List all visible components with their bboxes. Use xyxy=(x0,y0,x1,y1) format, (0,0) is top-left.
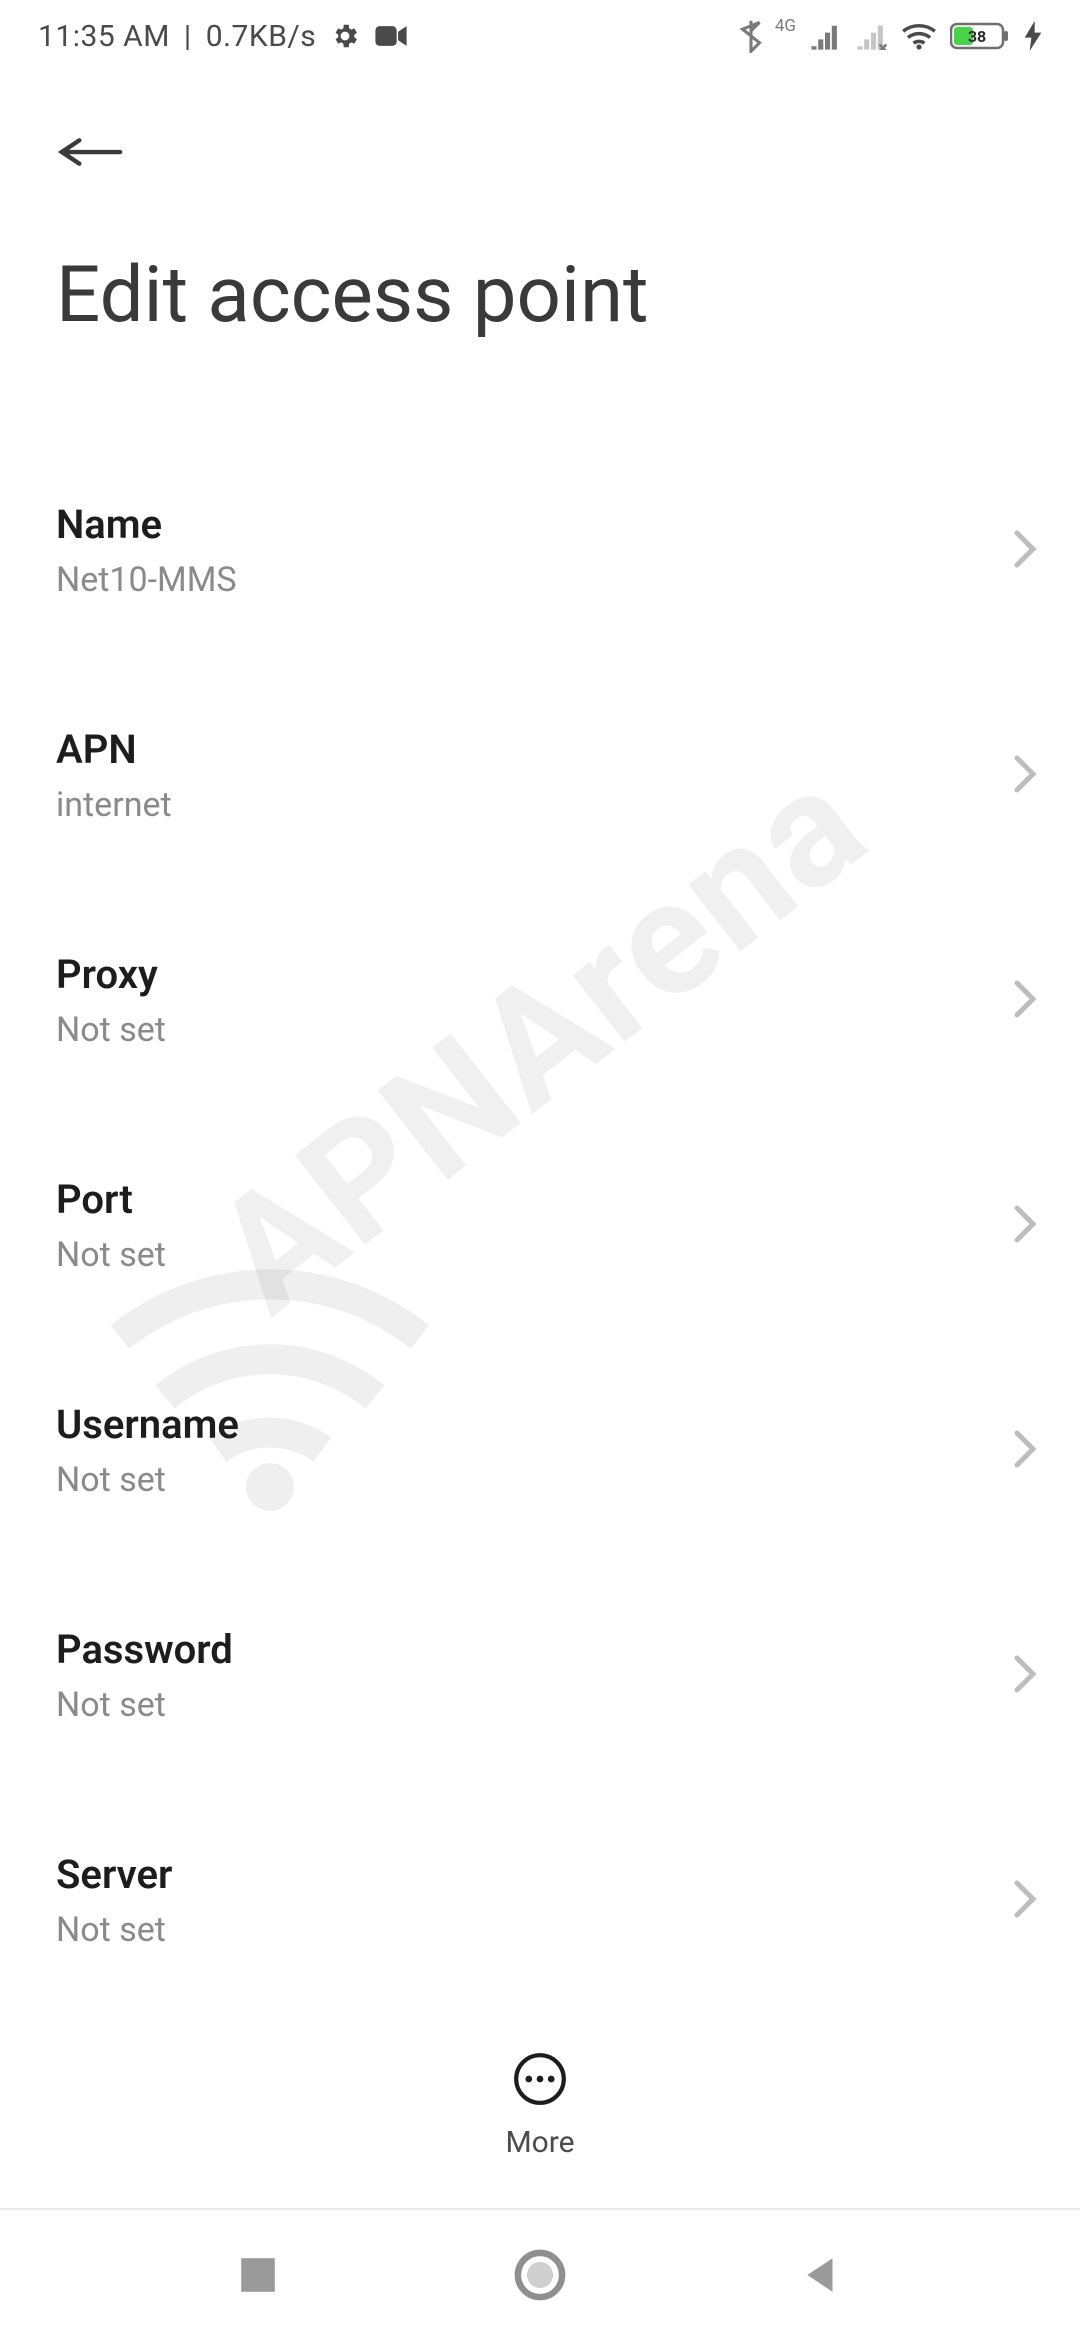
item-label: Username xyxy=(56,1401,980,1448)
status-time: 11:35 AM xyxy=(38,19,170,54)
item-label: Password xyxy=(56,1626,980,1673)
wifi-icon xyxy=(900,21,938,51)
more-icon xyxy=(512,2051,568,2111)
item-username[interactable]: Username Not set xyxy=(0,1359,1080,1542)
item-value: Not set xyxy=(56,1235,980,1275)
battery-icon: 38 xyxy=(950,21,1012,51)
item-label: Name xyxy=(56,501,980,548)
status-left: 11:35 AM | 0.7KB/s xyxy=(38,19,408,54)
network-type-label: 4G xyxy=(775,16,796,36)
bluetooth-icon xyxy=(739,19,763,53)
back-button[interactable] xyxy=(56,112,136,192)
item-value: Not set xyxy=(56,1685,980,1725)
item-value: Not set xyxy=(56,1460,980,1500)
item-label: APN xyxy=(56,726,980,773)
charging-icon xyxy=(1024,21,1042,51)
status-sep: | xyxy=(184,19,192,54)
chevron-right-icon xyxy=(1012,1204,1038,1248)
item-name[interactable]: Name Net10-MMS xyxy=(0,459,1080,642)
item-value: Net10-MMS xyxy=(56,560,980,600)
item-label: Server xyxy=(56,1851,980,1898)
signal-primary-icon xyxy=(808,22,842,50)
gear-icon xyxy=(330,21,360,51)
nav-back-button[interactable] xyxy=(801,2254,843,2296)
chevron-right-icon xyxy=(1012,754,1038,798)
status-bar: 11:35 AM | 0.7KB/s 4G 38 xyxy=(0,0,1080,72)
chevron-right-icon xyxy=(1012,979,1038,1023)
system-nav-bar xyxy=(0,2210,1080,2340)
chevron-right-icon xyxy=(1012,1879,1038,1923)
item-server[interactable]: Server Not set xyxy=(0,1809,1080,1992)
more-button[interactable]: More xyxy=(505,2051,574,2160)
header: Edit access point xyxy=(0,72,1080,341)
item-apn[interactable]: APN internet xyxy=(0,684,1080,867)
item-label: Port xyxy=(56,1176,980,1223)
item-password[interactable]: Password Not set xyxy=(0,1584,1080,1767)
bottom-action-bar: More xyxy=(0,2000,1080,2210)
settings-list: Name Net10-MMS APN internet Proxy Not se… xyxy=(0,459,1080,2008)
item-proxy[interactable]: Proxy Not set xyxy=(0,909,1080,1092)
item-value: Not set xyxy=(56,1910,980,1950)
item-value: Not set xyxy=(56,1010,980,1050)
camera-icon xyxy=(374,23,408,49)
nav-home-button[interactable] xyxy=(514,2249,566,2301)
status-netspeed: 0.7KB/s xyxy=(206,19,317,54)
page-title: Edit access point xyxy=(56,250,1024,341)
more-label: More xyxy=(505,2125,574,2160)
nav-recents-button[interactable] xyxy=(237,2254,279,2296)
chevron-right-icon xyxy=(1012,1654,1038,1698)
item-label: Proxy xyxy=(56,951,980,998)
status-right: 4G 38 xyxy=(739,19,1042,53)
signal-secondary-icon xyxy=(854,22,888,50)
content-scroll[interactable]: APNArena Edit access point Name Net10-MM… xyxy=(0,72,1080,2008)
chevron-right-icon xyxy=(1012,1429,1038,1473)
chevron-right-icon xyxy=(1012,529,1038,573)
item-value: internet xyxy=(56,785,980,825)
battery-percentage: 38 xyxy=(968,27,986,46)
item-port[interactable]: Port Not set xyxy=(0,1134,1080,1317)
arrow-left-icon xyxy=(56,132,126,172)
